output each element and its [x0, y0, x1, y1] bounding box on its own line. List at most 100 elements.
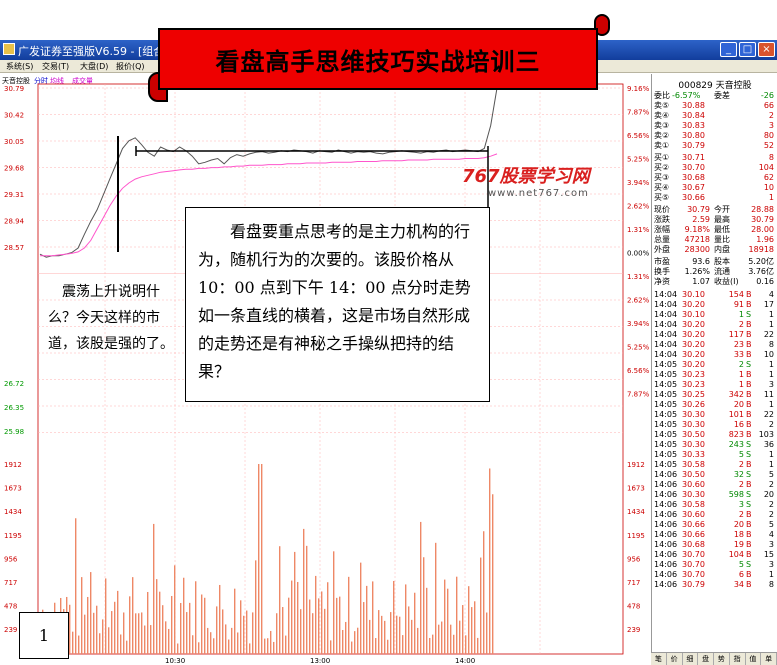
price-axis-label: 28.57 [4, 244, 24, 252]
tick-time: 14:04 [654, 310, 678, 319]
volume-bar [294, 551, 296, 654]
volume-bar [477, 637, 479, 654]
fundamental-row: 净资 1.07 收益(I) 0.16 [652, 277, 777, 287]
stat-value: 5.20亿 [748, 257, 774, 266]
menu-system[interactable]: 系统(S) [6, 61, 33, 72]
tick-side: S [746, 440, 752, 449]
stat-label: 涨跌 [654, 215, 670, 224]
lower-axis-label: 26.35 [4, 404, 24, 412]
tab-trades[interactable]: 笔 [651, 653, 667, 665]
volume-axis-label-left: 478 [4, 603, 17, 611]
volume-bar [405, 584, 407, 654]
tick-side: B [746, 540, 752, 549]
volume-bar [411, 619, 413, 654]
maximize-button[interactable]: □ [739, 42, 756, 57]
volume-bar [261, 464, 263, 654]
menu-trade[interactable]: 交易(T) [42, 61, 69, 72]
volume-bar [414, 592, 416, 654]
volume-bar [234, 588, 236, 654]
volume-bar [129, 596, 131, 654]
tick-time: 14:04 [654, 290, 678, 299]
stat-label: 总量 [654, 235, 670, 244]
volume-bar [270, 630, 272, 654]
menu-market[interactable]: 大盘(D) [80, 61, 108, 72]
tick-count: 103 [758, 430, 774, 439]
tick-time: 14:06 [654, 480, 678, 489]
volume-bar [228, 639, 230, 654]
volume-bar [390, 612, 392, 654]
tick-volume: 1 [738, 370, 744, 379]
buy-price: 30.71 [682, 153, 705, 162]
tab-board[interactable]: 盘 [698, 653, 714, 665]
chart-header-stock: 天音控股 [2, 76, 30, 85]
tick-volume: 2 [738, 320, 744, 329]
buy-volume: 1 [768, 193, 774, 202]
volume-bar [309, 599, 311, 654]
tick-time: 14:04 [654, 350, 678, 359]
tick-price: 30.50 [682, 430, 705, 439]
volume-bar [165, 621, 167, 654]
tick-volume: 18 [733, 530, 744, 539]
tick-time: 14:04 [654, 340, 678, 349]
tick-row: 14:05 30.33 5 S 1 [652, 450, 777, 460]
tick-volume: 6 [738, 570, 744, 579]
tick-volume: 243 [728, 440, 744, 449]
tick-volume: 20 [733, 520, 744, 529]
tick-count: 4 [768, 530, 774, 539]
tick-count: 22 [763, 410, 774, 419]
menu-quote[interactable]: 报价(Q) [116, 61, 145, 72]
stat-label: 换手 [654, 267, 670, 276]
stat-label: 现价 [654, 205, 670, 214]
buy-order-row: 买② 30.70 104 [652, 163, 777, 173]
title-banner: 看盘高手思维技巧实战培训三 [148, 14, 610, 104]
volume-bar [447, 588, 449, 654]
tick-side: B [746, 290, 752, 299]
pct-axis-label: 1.31% [627, 226, 650, 234]
volume-axis-label-left: 1912 [4, 461, 22, 469]
volume-bar [162, 605, 164, 654]
sell-price: 30.79 [682, 141, 705, 150]
tick-count: 4 [768, 290, 774, 299]
volume-bar [450, 624, 452, 654]
tick-row: 14:05 30.20 2 S 1 [652, 360, 777, 370]
tab-value[interactable]: 值 [746, 653, 762, 665]
tick-row: 14:06 30.68 19 B 3 [652, 540, 777, 550]
volume-bar [96, 605, 98, 654]
buy-volume: 8 [768, 153, 774, 162]
tick-time: 14:05 [654, 420, 678, 429]
tick-price: 30.20 [682, 300, 705, 309]
stat-value: 1.07 [692, 277, 710, 286]
tick-row: 14:04 30.10 154 B 4 [652, 290, 777, 300]
tab-price[interactable]: 价 [667, 653, 683, 665]
buy-volume: 62 [763, 173, 774, 182]
panel-stock-header: 000829 天音控股 [678, 81, 752, 91]
tick-volume: 104 [728, 550, 744, 559]
volume-bar [288, 597, 290, 654]
tick-side: B [746, 460, 752, 469]
stat-label: 市盈 [654, 257, 670, 266]
sell-volume: 52 [763, 141, 774, 150]
volume-bar [138, 613, 140, 654]
tab-orders[interactable]: 单 [761, 653, 777, 665]
volume-axis-label-right: 239 [627, 626, 640, 634]
lower-axis-label: 26.72 [4, 380, 24, 388]
volume-bar [264, 638, 266, 654]
minimize-button[interactable]: _ [720, 42, 737, 57]
tick-row: 14:05 30.26 20 B 1 [652, 400, 777, 410]
tick-side: B [746, 350, 752, 359]
volume-bar [201, 594, 203, 654]
tab-detail[interactable]: 细 [683, 653, 699, 665]
close-button[interactable]: × [758, 42, 775, 57]
tick-side: B [746, 570, 752, 579]
sell-volume: 3 [768, 121, 774, 130]
volume-bar [312, 613, 314, 654]
tab-trend[interactable]: 势 [714, 653, 730, 665]
volume-bar [468, 586, 470, 654]
volume-bar [333, 551, 335, 654]
stat-label: 量比 [714, 235, 730, 244]
tick-time: 14:05 [654, 440, 678, 449]
tab-index[interactable]: 指 [730, 653, 746, 665]
tick-row: 14:06 30.70 5 S 3 [652, 560, 777, 570]
volume-bar [102, 619, 104, 654]
pct-axis-label: 3.94% [627, 179, 650, 187]
